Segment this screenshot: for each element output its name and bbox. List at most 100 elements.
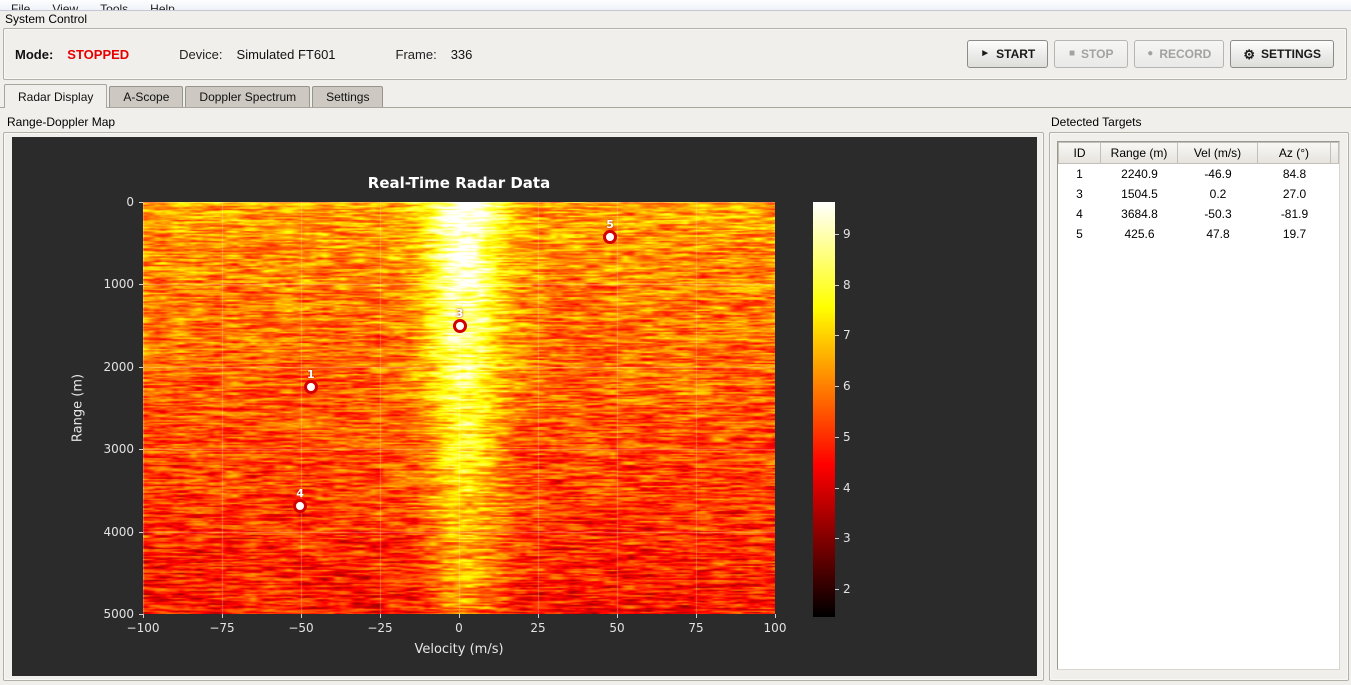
table-cell: 4 <box>1076 207 1083 221</box>
x-tick-label: −25 <box>367 621 393 635</box>
stop-button[interactable]: ■ STOP <box>1054 40 1129 68</box>
table-cell: 5 <box>1076 227 1083 241</box>
x-tick-label: −75 <box>209 621 235 635</box>
column-header-filler <box>1331 142 1339 164</box>
table-cell: 27.0 <box>1282 187 1307 201</box>
menubar: File View Tools Help <box>0 0 1351 11</box>
y-tick-mark <box>139 366 143 368</box>
table-cell: 3684.8 <box>1121 207 1158 221</box>
mode-value: STOPPED <box>67 46 130 62</box>
x-tick-mark <box>301 614 302 618</box>
target-marker[interactable] <box>303 379 318 394</box>
colorbar <box>813 202 835 617</box>
y-tick-label: 1000 <box>103 277 134 292</box>
colorbar-tick-mark <box>835 487 839 489</box>
y-tick-mark <box>139 531 143 533</box>
column-header-3[interactable]: Az (°) <box>1258 142 1331 164</box>
y-tick-label: 0 <box>126 195 134 209</box>
x-tick-mark <box>775 614 776 618</box>
target-marker[interactable] <box>603 230 618 245</box>
x-tick-label: −100 <box>126 621 160 635</box>
colorbar-tick-mark <box>835 436 839 438</box>
targets-table-header: ID Range (m) Vel (m/s) Az (°) <box>1058 142 1339 164</box>
x-tick-mark <box>143 614 144 618</box>
table-cell: -81.9 <box>1280 207 1309 221</box>
y-tick-mark <box>139 449 143 451</box>
table-cell: 3 <box>1076 187 1083 201</box>
table-cell: 425.6 <box>1124 227 1155 241</box>
table-cell: 47.8 <box>1206 227 1230 241</box>
menu-item-help[interactable]: Help <box>139 1 186 10</box>
tab-bar: Radar Display A-Scope Doppler Spectrum Sett… <box>0 84 1351 108</box>
table-row[interactable]: 5 425.6 47.8 19.7 <box>1058 224 1339 244</box>
tab-doppler-spectrum[interactable]: Doppler Spectrum <box>185 86 311 107</box>
range-doppler-group: Real-Time Radar Data Velocity (m/s) Rang… <box>3 132 1044 681</box>
menu-item-tools[interactable]: Tools <box>89 1 139 10</box>
record-button[interactable]: ● RECORD <box>1134 40 1225 68</box>
column-header-1[interactable]: Range (m) <box>1101 142 1178 164</box>
x-tick-label: 0 <box>455 621 463 635</box>
device-value: Simulated FT601 <box>236 46 336 62</box>
mode-label: Mode: <box>15 46 54 62</box>
table-row[interactable]: 4 3684.8 -50.3 -81.9 <box>1058 204 1339 224</box>
range-doppler-heatmap[interactable] <box>143 202 775 614</box>
table-cell: 0.2 <box>1209 187 1227 201</box>
x-tick-mark <box>538 614 539 618</box>
detected-targets-group: ID Range (m) Vel (m/s) Az (°) 1 2240.9 -46.9 8… <box>1049 132 1349 681</box>
table-row[interactable]: 1 2240.9 -46.9 84.8 <box>1058 164 1339 184</box>
frame-label: Frame: <box>395 46 437 62</box>
gear-icon: ⚙ <box>1243 46 1255 62</box>
table-cell: 84.8 <box>1282 167 1307 181</box>
y-tick-label: 5000 <box>103 607 134 621</box>
play-icon: ► <box>980 48 991 59</box>
targets-table-body: 1 2240.9 -46.9 84.8 3 1504.5 0.2 27.0 4 3684.8 -50… <box>1058 164 1339 244</box>
target-marker-label: 4 <box>296 486 304 500</box>
tab-a-scope[interactable]: A-Scope <box>109 86 184 107</box>
y-axis-label: Range (m) <box>70 373 86 443</box>
target-marker[interactable] <box>452 318 467 333</box>
settings-button[interactable]: ⚙ SETTINGS <box>1230 40 1334 68</box>
colorbar-tick-mark <box>835 589 839 591</box>
colorbar-tick-label: 5 <box>843 429 851 444</box>
x-axis-label: Velocity (m/s) <box>414 642 504 657</box>
start-button[interactable]: ► START <box>967 40 1049 68</box>
button-label: RECORD <box>1159 47 1212 61</box>
system-control-title: System Control <box>5 12 88 26</box>
x-tick-mark <box>617 614 618 618</box>
table-cell: 1 <box>1076 167 1083 181</box>
colorbar-tick-mark <box>835 386 839 388</box>
detected-targets-title: Detected Targets <box>1051 115 1142 129</box>
table-row[interactable]: 3 1504.5 0.2 27.0 <box>1058 184 1339 204</box>
column-header-0[interactable]: ID <box>1058 142 1101 164</box>
button-label: STOP <box>1081 47 1114 61</box>
x-tick-mark <box>222 614 223 618</box>
column-header-2[interactable]: Vel (m/s) <box>1178 142 1258 164</box>
tab-radar-display[interactable]: Radar Display <box>4 84 108 108</box>
table-cell: 2240.9 <box>1121 167 1158 181</box>
target-marker-label: 1 <box>306 367 315 381</box>
table-cell: 19.7 <box>1282 227 1307 241</box>
colorbar-tick-mark <box>835 538 839 540</box>
colorbar-tick-label: 4 <box>843 480 851 495</box>
y-tick-mark <box>139 284 143 286</box>
menu-item-file[interactable]: File <box>0 1 41 10</box>
x-tick-mark <box>380 614 381 618</box>
control-buttons: ► START ■ STOP ● RECORD ⚙ SETTINGS <box>967 40 1334 68</box>
y-tick-mark <box>139 202 143 203</box>
targets-table: ID Range (m) Vel (m/s) Az (°) 1 2240.9 -46.9 8… <box>1057 141 1340 670</box>
colorbar-tick-label: 6 <box>843 379 851 394</box>
colorbar-tick-mark <box>835 233 839 235</box>
x-tick-mark <box>459 614 460 618</box>
x-tick-label: −50 <box>288 621 314 635</box>
colorbar-tick-label: 7 <box>843 328 851 343</box>
x-tick-label: 25 <box>530 621 546 635</box>
target-marker[interactable] <box>293 498 308 513</box>
table-cell: 1504.5 <box>1121 187 1158 201</box>
tab-settings[interactable]: Settings <box>312 86 384 107</box>
range-doppler-map-title: Range-Doppler Map <box>7 115 116 129</box>
y-tick-label: 4000 <box>103 524 134 539</box>
colorbar-tick-label: 3 <box>843 531 851 546</box>
x-tick-mark <box>696 614 697 618</box>
frame-value: 336 <box>450 46 473 62</box>
menu-item-view[interactable]: View <box>41 1 89 10</box>
